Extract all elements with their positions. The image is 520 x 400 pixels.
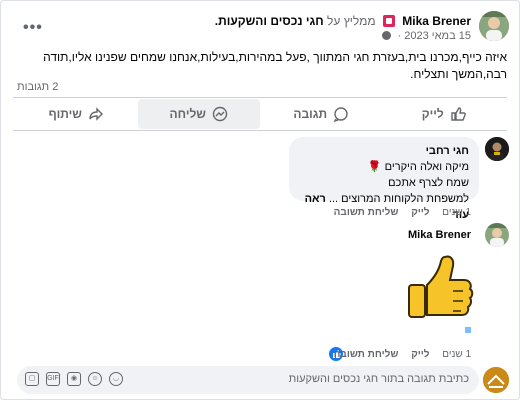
divider-bottom [13,130,507,131]
comment-time[interactable]: 1 שנים [442,207,471,218]
comment-bubble: חגי רחבי מיקה ואלה היקרים 🌹 שמח לצרף אתכ… [289,137,479,221]
dot-separator: · [394,30,402,42]
commenter-avatar[interactable] [485,137,509,161]
post-date[interactable]: 15 במאי 2023 [404,30,471,42]
composer-icons: ▢ GIF ◉ ☺ ◡ [25,372,123,386]
send-label: שליחה [169,107,206,121]
share-label: שיתוף [48,107,82,121]
comment-input[interactable]: כתיבת תגובה בתור חגי נכסים והשקעות ▢ GIF… [17,366,479,394]
messenger-icon [212,106,228,122]
like-label: לייק [421,107,444,121]
like-button[interactable]: לייק [383,99,506,129]
comment-meta: 1 שנים לייק שליחת תשובה [324,207,471,218]
avatar-sticker-icon[interactable]: ◡ [109,372,123,386]
recommends-label: ממליץ על [327,14,376,28]
like-icon [451,107,466,121]
thumbs-up-sticker [405,251,475,337]
reply-like-link[interactable]: לייק [411,349,429,360]
comment-line: מיקה ואלה היקרים 🌹 [299,159,469,175]
reply-reply-link[interactable]: שליחת תשובה [334,349,399,360]
post-header: Mika Brener ממליץ על חגי נכסים והשקעות. … [11,11,509,45]
globe-icon [382,31,392,40]
sticker-icon[interactable]: ▢ [25,372,39,386]
comment-icon [333,107,348,122]
reply-author-avatar[interactable] [485,223,509,247]
recommend-icon [382,15,395,27]
post-card: Mika Brener ממליץ על חגי נכסים והשקעות. … [0,0,520,400]
post-actions: לייק תגובה שליחה שיתוף [15,99,505,129]
send-button[interactable]: שליחה [137,99,260,129]
comment-input-placeholder: כתיבת תגובה בתור חגי נכסים והשקעות [288,373,469,385]
share-button[interactable]: שיתוף [15,99,138,129]
divider-top [13,97,507,98]
comment-text: מיקה ואלה היקרים [384,161,469,173]
gif-icon[interactable]: GIF [46,372,60,386]
comment-text-3: למשפחת הלקוחות המרוצים ... [328,193,469,205]
author-avatar[interactable] [479,11,509,41]
comments-count[interactable]: 2 תגובות [17,81,58,93]
more-options-icon[interactable]: ••• [23,19,43,37]
emoji-icon[interactable]: ☺ [88,372,102,386]
comment-author[interactable]: חגי רחבי [299,143,469,159]
post-author[interactable]: Mika Brener [402,14,471,28]
reply-time[interactable]: 1 שנים [442,349,471,360]
rose-icon: 🌹 [367,161,382,173]
comment-button[interactable]: תגובה [260,99,383,129]
post-text: איזה כייף,מכרנו בית,בעזרת חגי המתווך ,פע… [43,50,507,81]
reply-author[interactable]: Mika Brener [408,229,471,241]
post-header-line: Mika Brener ממליץ על חגי נכסים והשקעות. [215,14,471,28]
comment-label: תגובה [293,107,328,121]
post-date-line: 15 במאי 2023 · [382,30,471,42]
reply-meta: 1 שנים לייק שליחת תשובה [324,349,471,360]
comment-reply-link[interactable]: שליחת תשובה [334,207,399,218]
comment-line-2: שמח לצרף אתכם [388,177,469,189]
group-name[interactable]: חגי נכסים והשקעות. [215,14,324,28]
share-icon [89,107,103,121]
camera-icon[interactable]: ◉ [67,372,81,386]
current-page-avatar[interactable] [483,367,509,393]
comment-like-link[interactable]: לייק [411,207,429,218]
